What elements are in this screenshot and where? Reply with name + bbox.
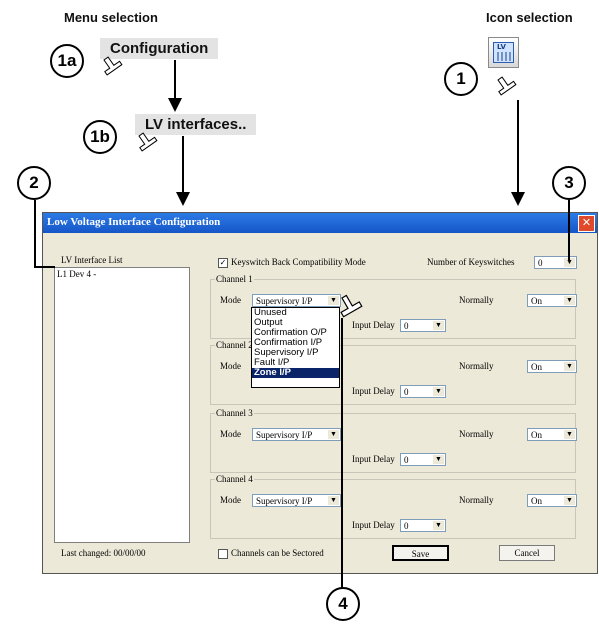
pointer-cursor-icon bbox=[138, 132, 158, 152]
annotation-overlay bbox=[34, 56, 570, 590]
callout-4: 4 bbox=[326, 587, 360, 621]
arrowhead bbox=[511, 192, 525, 206]
pointer-cursor-icon bbox=[497, 76, 517, 96]
pointer-cursor-icon bbox=[103, 56, 123, 76]
pointer-cursor-icon bbox=[340, 294, 363, 318]
arrowhead bbox=[176, 192, 190, 206]
arrowhead bbox=[168, 98, 182, 112]
callout-2-leader bbox=[34, 200, 55, 268]
